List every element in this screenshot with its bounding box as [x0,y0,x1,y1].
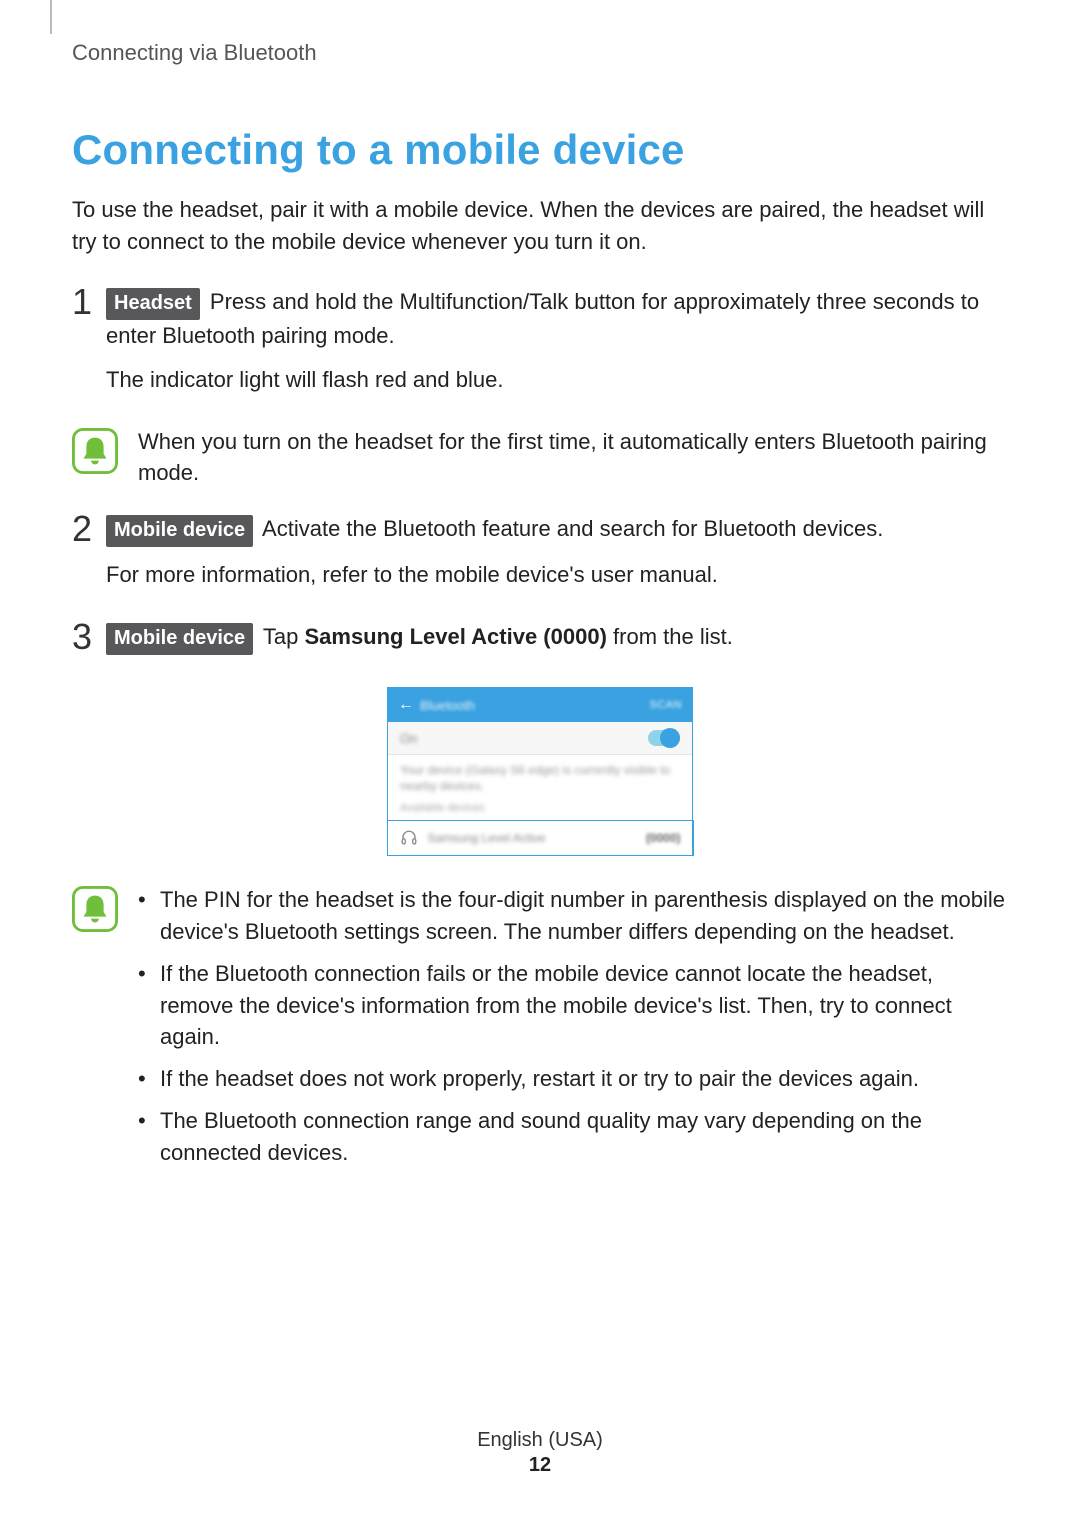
note-bullet-pin: The PIN for the headset is the four-digi… [138,884,1008,948]
phone-toggle-row: On [388,722,692,755]
phone-screenshot: ← Bluetooth SCAN On Your device (Galaxy … [72,687,1008,856]
step-1-text: Press and hold the Multifunction/Talk bu… [106,289,979,348]
phone-header: ← Bluetooth SCAN [388,688,692,722]
note-first-time: When you turn on the headset for the fir… [72,426,1008,490]
step-3-pre: Tap [257,624,304,649]
breadcrumb: Connecting via Bluetooth [72,40,1008,66]
phone-visibility-text: Your device (Galaxy S6 edge) is currentl… [388,755,692,798]
step-2-line2: For more information, refer to the mobil… [106,559,1008,591]
note-first-time-text: When you turn on the headset for the fir… [138,426,1008,490]
toggle-on-icon [648,730,680,746]
back-arrow-icon: ← [398,696,414,714]
step-2: 2 Mobile device Activate the Bluetooth f… [72,513,1008,603]
step-3-post: from the list. [607,624,733,649]
phone-on-label: On [400,731,417,746]
phone-frame: ← Bluetooth SCAN On Your device (Galaxy … [387,687,693,856]
tag-headset: Headset [106,288,200,320]
step-3-bold: Samsung Level Active (0000) [304,624,606,649]
step-number: 3 [72,619,106,655]
footer-page-number: 12 [0,1454,1080,1477]
phone-scan-label: SCAN [649,699,682,711]
page-footer: English (USA) 12 [0,1429,1080,1477]
page-tab-rule [50,0,52,34]
bell-note-icon [72,428,118,474]
footer-language: English (USA) [0,1429,1080,1452]
step-number: 1 [72,284,106,320]
phone-device-pin: (0000) [646,831,681,845]
note-bullet-range: The Bluetooth connection range and sound… [138,1105,1008,1169]
note-bullets: The PIN for the headset is the four-digi… [72,884,1008,1179]
intro-paragraph: To use the headset, pair it with a mobil… [72,194,1008,258]
note-bullet-fail: If the Bluetooth connection fails or the… [138,958,1008,1054]
note-bullet-restart: If the headset does not work properly, r… [138,1063,1008,1095]
bell-note-icon [72,886,118,932]
step-1-line2: The indicator light will flash red and b… [106,364,1008,396]
headphone-icon [400,829,418,847]
step-3: 3 Mobile device Tap Samsung Level Active… [72,621,1008,667]
tag-mobile-device: Mobile device [106,623,253,655]
phone-device-row: Samsung Level Active (0000) [387,820,694,856]
phone-device-name: Samsung Level Active [428,831,646,845]
phone-screen-title: Bluetooth [420,698,649,713]
step-number: 2 [72,511,106,547]
step-1: 1 Headset Press and hold the Multifuncti… [72,286,1008,408]
page-title: Connecting to a mobile device [72,126,1008,174]
phone-available-label: Available devices [388,798,692,820]
tag-mobile-device: Mobile device [106,515,253,547]
step-2-text: Activate the Bluetooth feature and searc… [257,516,883,541]
